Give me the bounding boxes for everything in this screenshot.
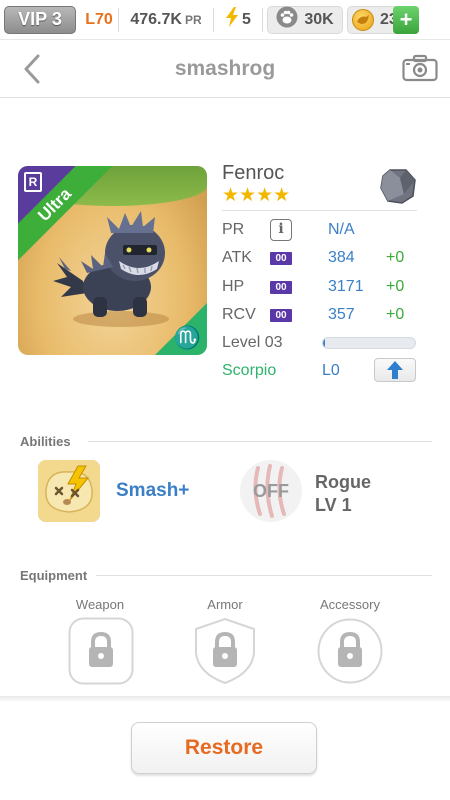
level-label: Level 03: [222, 334, 283, 351]
page-title: smashrog: [174, 56, 276, 80]
coin-icon: [352, 8, 374, 31]
stat-bonus: +0: [386, 306, 405, 323]
divider: [96, 575, 432, 576]
stat-tag: 00: [270, 280, 292, 294]
armor-label: Armor: [207, 597, 243, 612]
accessory-slot[interactable]: [317, 617, 383, 685]
star-rating: ★★★★: [222, 185, 291, 206]
power-unit: PR: [184, 12, 202, 27]
stat-row-atk: ATK 00 384 +0: [222, 244, 422, 272]
stat-value: 357: [328, 306, 355, 323]
divider: [222, 210, 417, 211]
stat-row-pr: PR i N/A: [222, 216, 422, 244]
stat-label: RCV: [222, 306, 256, 323]
paw-value: 30K: [304, 10, 334, 28]
monster-portrait[interactable]: Ultra R ♏: [18, 166, 207, 355]
level-row: Level 03: [222, 329, 422, 357]
power-rating: 476.7K PR: [119, 11, 213, 29]
player-level: L70: [85, 10, 113, 28]
footer-shadow: [0, 696, 450, 702]
back-arrow-icon[interactable]: [18, 54, 48, 84]
zodiac-name: Scorpio: [222, 362, 277, 379]
scorpio-icon: ♏: [173, 325, 201, 350]
add-coins-button[interactable]: +: [393, 5, 419, 34]
passive-status: OFF: [253, 480, 289, 501]
page-header: smashrog: [0, 40, 450, 98]
stat-label: ATK: [222, 249, 252, 266]
monster-name: Fenroc: [222, 162, 285, 184]
lightning-icon: [225, 7, 239, 32]
passive-ability-icon[interactable]: OFF: [240, 460, 302, 522]
stat-row-hp: HP 00 3171 +0: [222, 273, 422, 301]
passive-ability-name: Rogue: [315, 472, 371, 492]
active-ability-name[interactable]: Smash+: [116, 480, 189, 502]
rank-badge: R: [24, 172, 42, 192]
up-arrow-icon: [387, 361, 403, 379]
vip-badge[interactable]: VIP 3: [4, 5, 76, 34]
restore-button[interactable]: Restore: [131, 722, 317, 774]
divider: [262, 7, 263, 32]
accessory-label: Accessory: [320, 597, 380, 612]
equipment-heading: Equipment: [20, 568, 88, 583]
info-icon[interactable]: i: [270, 219, 292, 241]
stat-row-rcv: RCV 00 357 +0: [222, 301, 422, 329]
stat-value: 3171: [328, 278, 364, 295]
abilities-heading: Abilities: [20, 434, 71, 449]
rock-element-icon[interactable]: [380, 168, 416, 204]
coin-counter[interactable]: 23 +: [347, 5, 419, 34]
stat-tag: 00: [270, 308, 292, 322]
stat-value: 384: [328, 249, 355, 266]
zodiac-upgrade-button[interactable]: [374, 358, 416, 382]
stat-bonus: +0: [386, 278, 405, 295]
energy-counter[interactable]: 5: [214, 7, 262, 32]
xp-progress-bar: [322, 337, 416, 349]
zodiac-row: Scorpio L0: [222, 357, 422, 385]
passive-ability-level: LV 1: [315, 495, 352, 515]
active-ability-icon[interactable]: [38, 460, 100, 522]
divider: [88, 441, 432, 442]
stat-label: HP: [222, 278, 245, 295]
stat-bonus: +0: [386, 249, 405, 266]
power-value: 476.7K: [130, 10, 182, 28]
stat-label: PR: [222, 221, 245, 238]
stat-value: N/A: [328, 221, 355, 238]
paw-counter[interactable]: 30K: [267, 5, 343, 34]
weapon-label: Weapon: [75, 597, 125, 612]
stat-tag: 00: [270, 251, 292, 265]
paw-icon: [276, 6, 298, 33]
camera-icon[interactable]: [402, 54, 438, 82]
weapon-slot[interactable]: [68, 617, 134, 685]
passive-ability-info: Rogue LV 1: [315, 471, 371, 517]
resource-bar: VIP 3 L70 476.7K PR 5 30K 23 +: [0, 0, 450, 40]
zodiac-level: L0: [322, 362, 340, 379]
energy-value: 5: [242, 10, 251, 28]
armor-slot[interactable]: [192, 617, 258, 685]
xp-progress-fill: [323, 338, 325, 348]
